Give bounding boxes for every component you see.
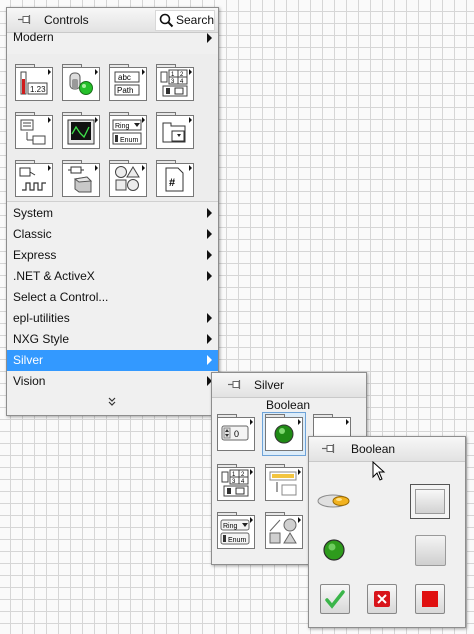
list-table-tree-folder-icon[interactable] [15,112,53,149]
pin-icon[interactable] [321,443,337,454]
boolean-folder-icon[interactable] [62,64,100,101]
graph-folder-icon[interactable] [62,112,100,149]
io-folder-icon[interactable] [15,160,53,197]
pin-icon[interactable] [227,379,243,390]
refnum-folder-icon[interactable]: # [156,160,194,197]
toggle-switch-icon[interactable] [317,493,351,509]
modern-icon-grid: 1.23 abc Path 1 2 3 4 Ring Enum # [7,54,218,201]
refnum-label-text: # [169,177,175,189]
square-button-icon[interactable] [415,535,446,566]
ring-enum-folder-icon[interactable]: Ring Enum [109,112,147,149]
submenu-arrow-icon [207,355,212,365]
pin-icon[interactable] [17,14,33,25]
silver-numeric-folder-icon[interactable]: 0 [217,414,255,451]
controls-title: Controls [44,13,89,27]
silver-ring-label: Ring [223,523,238,530]
section-modern-label: Modern [13,30,54,44]
silver-boolean-folder-icon[interactable] [265,414,303,451]
enum-label-text: Enum [120,137,138,144]
mouse-cursor-icon [372,461,386,481]
stop-square-icon [422,591,438,607]
ok-button-icon[interactable] [320,584,350,614]
menu-item-epl-utilities[interactable]: epl-utilities [7,308,218,329]
search-icon [159,13,174,28]
string-label-text: abc [118,73,131,82]
menu-item-dotnet-activex[interactable]: .NET & ActiveX [7,266,218,287]
controls-palette: Controls Search Modern 1.23 abc Path 1 2… [6,7,219,416]
menu-item-classic[interactable]: Classic [7,224,218,245]
numeric-folder-icon[interactable]: 1.23 [15,64,53,101]
checkmark-icon [325,590,345,609]
menu-item-nxg-style[interactable]: NXG Style [7,329,218,350]
silver-title: Silver [254,378,285,392]
silver-subtitle: Boolean [266,398,311,412]
boolean-titlebar[interactable]: Boolean [309,437,465,462]
containers-folder-icon[interactable] [156,112,194,149]
stop-button-icon[interactable] [415,584,445,614]
decorations-folder-icon[interactable] [109,160,147,197]
boolean-title: Boolean [351,442,396,456]
submenu-arrow-icon [207,229,212,239]
menu-item-system[interactable]: System [7,203,218,224]
push-button-icon[interactable] [410,484,450,519]
menu-item-select-a-control[interactable]: Select a Control... [7,287,218,308]
silver-decorations-folder-icon[interactable] [265,512,303,549]
menu-item-silver[interactable]: Silver [7,350,218,371]
silver-list-tree-folder-icon[interactable] [265,464,303,501]
silver-ring-enum-folder-icon[interactable]: Ring Enum [217,512,255,549]
round-led-icon[interactable] [322,538,346,562]
cancel-button-icon[interactable] [367,584,397,614]
submenu-arrow-icon [207,313,212,323]
x-icon [377,594,387,604]
silver-numeric-value: 0 [234,429,239,439]
double-chevron-down-icon[interactable] [107,397,117,407]
string-path-folder-icon[interactable]: abc Path [109,64,147,101]
category-separator [7,201,218,202]
silver-enum-label: Enum [228,537,246,544]
section-modern[interactable]: Modern [7,28,218,48]
ring-label-text: Ring [115,123,130,130]
path-label-text: Path [117,86,133,95]
numeric-value-text: 1.23 [30,85,46,94]
submenu-arrow-icon [207,208,212,218]
silver-titlebar[interactable]: Silver [212,373,366,398]
array-cluster-folder-icon[interactable]: 1 2 3 4 [156,64,194,101]
submenu-arrow-icon [207,33,212,43]
menu-item-vision[interactable]: Vision [7,371,218,392]
menu-item-express[interactable]: Express [7,245,218,266]
variant-class-folder-icon[interactable] [62,160,100,197]
boolean-palette: Boolean [308,436,466,628]
submenu-arrow-icon [207,271,212,281]
submenu-arrow-icon [207,250,212,260]
search-label: Search [176,13,215,27]
silver-array-folder-icon[interactable]: 1 2 3 4 [217,464,255,501]
submenu-arrow-icon [207,334,212,344]
